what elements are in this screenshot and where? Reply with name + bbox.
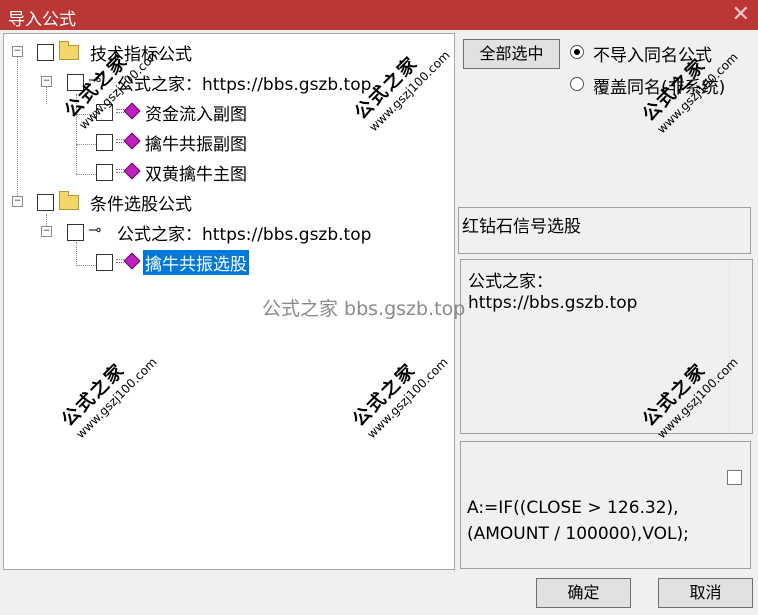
collapse-icon[interactable]: − [12, 46, 23, 57]
tree-leaf[interactable]: 双黄擒牛主图 [4, 158, 444, 185]
key-icon: ⊸ [88, 220, 102, 239]
tree-node-source[interactable]: − ⊸ 公式之家：https://bbs.gszb.top [4, 218, 444, 245]
ok-button[interactable]: 确定 [536, 578, 631, 608]
title-bar: 导入公式 ✕ [0, 0, 758, 30]
formula-name: 红钻石信号选股 [462, 217, 581, 237]
radio-overwrite[interactable] [570, 77, 584, 91]
tree-leaf-label: 资金流入副图 [145, 105, 247, 125]
code-line: A:=IF((CLOSE > 126.32), [467, 498, 679, 518]
tree-leaf-label: 双黄擒牛主图 [145, 165, 247, 185]
formula-icon [123, 102, 141, 120]
code-checkbox[interactable] [727, 470, 742, 485]
tree-node-label: 公式之家：https://bbs.gszb.top [117, 225, 372, 245]
description-scrollbar[interactable] [729, 260, 752, 433]
tree-node-label: 公式之家：https://bbs.gszb.top [117, 75, 372, 95]
tree-node-label: 条件选股公式 [90, 195, 192, 215]
checkbox[interactable] [67, 224, 84, 241]
formula-code[interactable]: A:=IF((CLOSE > 126.32), (AMOUNT / 100000… [460, 441, 751, 569]
collapse-icon[interactable]: − [41, 76, 52, 87]
formula-name-field: 红钻石信号选股 [458, 207, 751, 254]
collapse-icon[interactable]: − [12, 196, 23, 207]
folder-icon [59, 191, 79, 210]
checkbox[interactable] [37, 194, 54, 211]
select-all-button[interactable]: 全部选中 [463, 39, 560, 69]
code-line: (AMOUNT / 100000),VOL); [467, 524, 689, 544]
description-line: https://bbs.gszb.top [468, 293, 638, 313]
checkbox[interactable] [37, 44, 54, 61]
formula-icon [123, 162, 141, 180]
checkbox[interactable] [96, 134, 113, 151]
description-line: 公式之家： [468, 272, 553, 292]
tree-leaf-label: 擒牛共振副图 [145, 135, 247, 155]
tree-node-indicators[interactable]: − 技术指标公式 [4, 38, 444, 65]
close-icon[interactable]: ✕ [732, 2, 750, 27]
checkbox[interactable] [96, 254, 113, 271]
formula-icon [123, 132, 141, 150]
collapse-icon[interactable]: − [41, 226, 52, 237]
tree-leaf-label: 擒牛共振选股 [143, 250, 249, 275]
tree-node-screeners[interactable]: − 条件选股公式 [4, 188, 444, 215]
center-watermark: 公式之家 bbs.gszb.top [262, 298, 466, 320]
tree-leaf-selected[interactable]: 擒牛共振选股 [4, 248, 444, 275]
formula-icon [123, 252, 141, 270]
radio-skip-duplicates[interactable] [570, 45, 584, 59]
window-title: 导入公式 [8, 10, 76, 30]
folder-icon [59, 41, 79, 60]
checkbox[interactable] [96, 164, 113, 181]
cancel-button[interactable]: 取消 [658, 578, 753, 608]
